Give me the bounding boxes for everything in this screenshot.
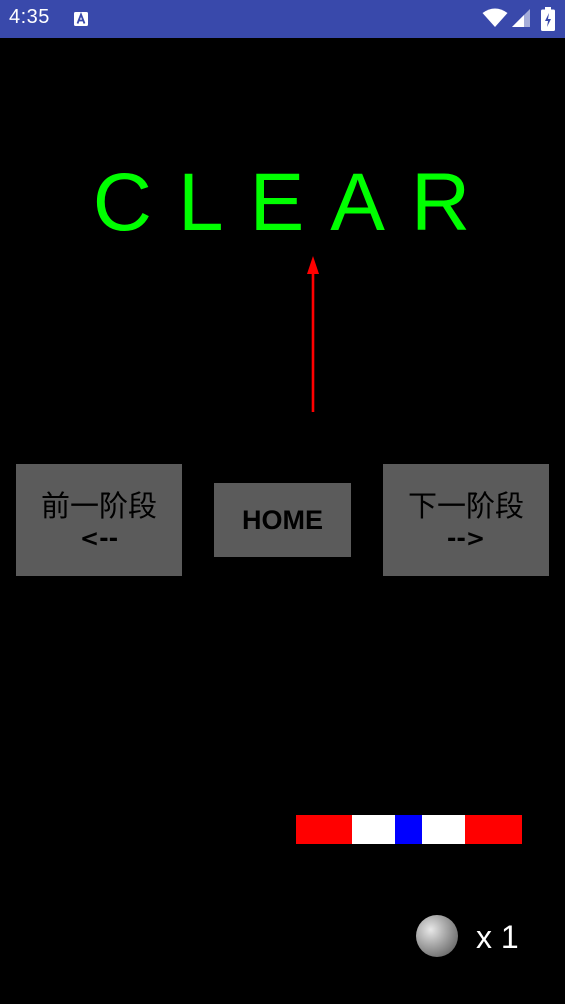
wifi-icon xyxy=(482,8,508,27)
previous-stage-label: 前一阶段 xyxy=(40,489,157,523)
signal-icon xyxy=(512,9,530,27)
status-time: 4:35 xyxy=(9,6,50,28)
text-notification-icon xyxy=(74,12,88,26)
home-label: HOME xyxy=(242,504,323,535)
next-stage-arrow: --> xyxy=(446,526,486,552)
clear-title: CLEAR xyxy=(92,157,497,248)
paddle-segment xyxy=(296,815,352,844)
battery-icon xyxy=(541,7,555,31)
up-arrow-icon xyxy=(307,256,319,412)
paddle[interactable] xyxy=(296,815,522,844)
next-stage-label: 下一阶段 xyxy=(407,489,524,523)
next-stage-button[interactable]: 下一阶段 --> xyxy=(383,464,549,576)
paddle-segment xyxy=(422,815,465,844)
ball-icon xyxy=(416,915,458,957)
home-button[interactable]: HOME xyxy=(214,483,351,557)
previous-stage-button[interactable]: 前一阶段 <-- xyxy=(16,464,182,576)
status-bar: 4:35 xyxy=(0,0,565,38)
paddle-segment xyxy=(395,815,422,844)
paddle-segment xyxy=(352,815,395,844)
paddle-segment xyxy=(465,815,522,844)
lives-count: x 1 xyxy=(476,919,519,955)
previous-stage-arrow: <-- xyxy=(79,526,119,552)
